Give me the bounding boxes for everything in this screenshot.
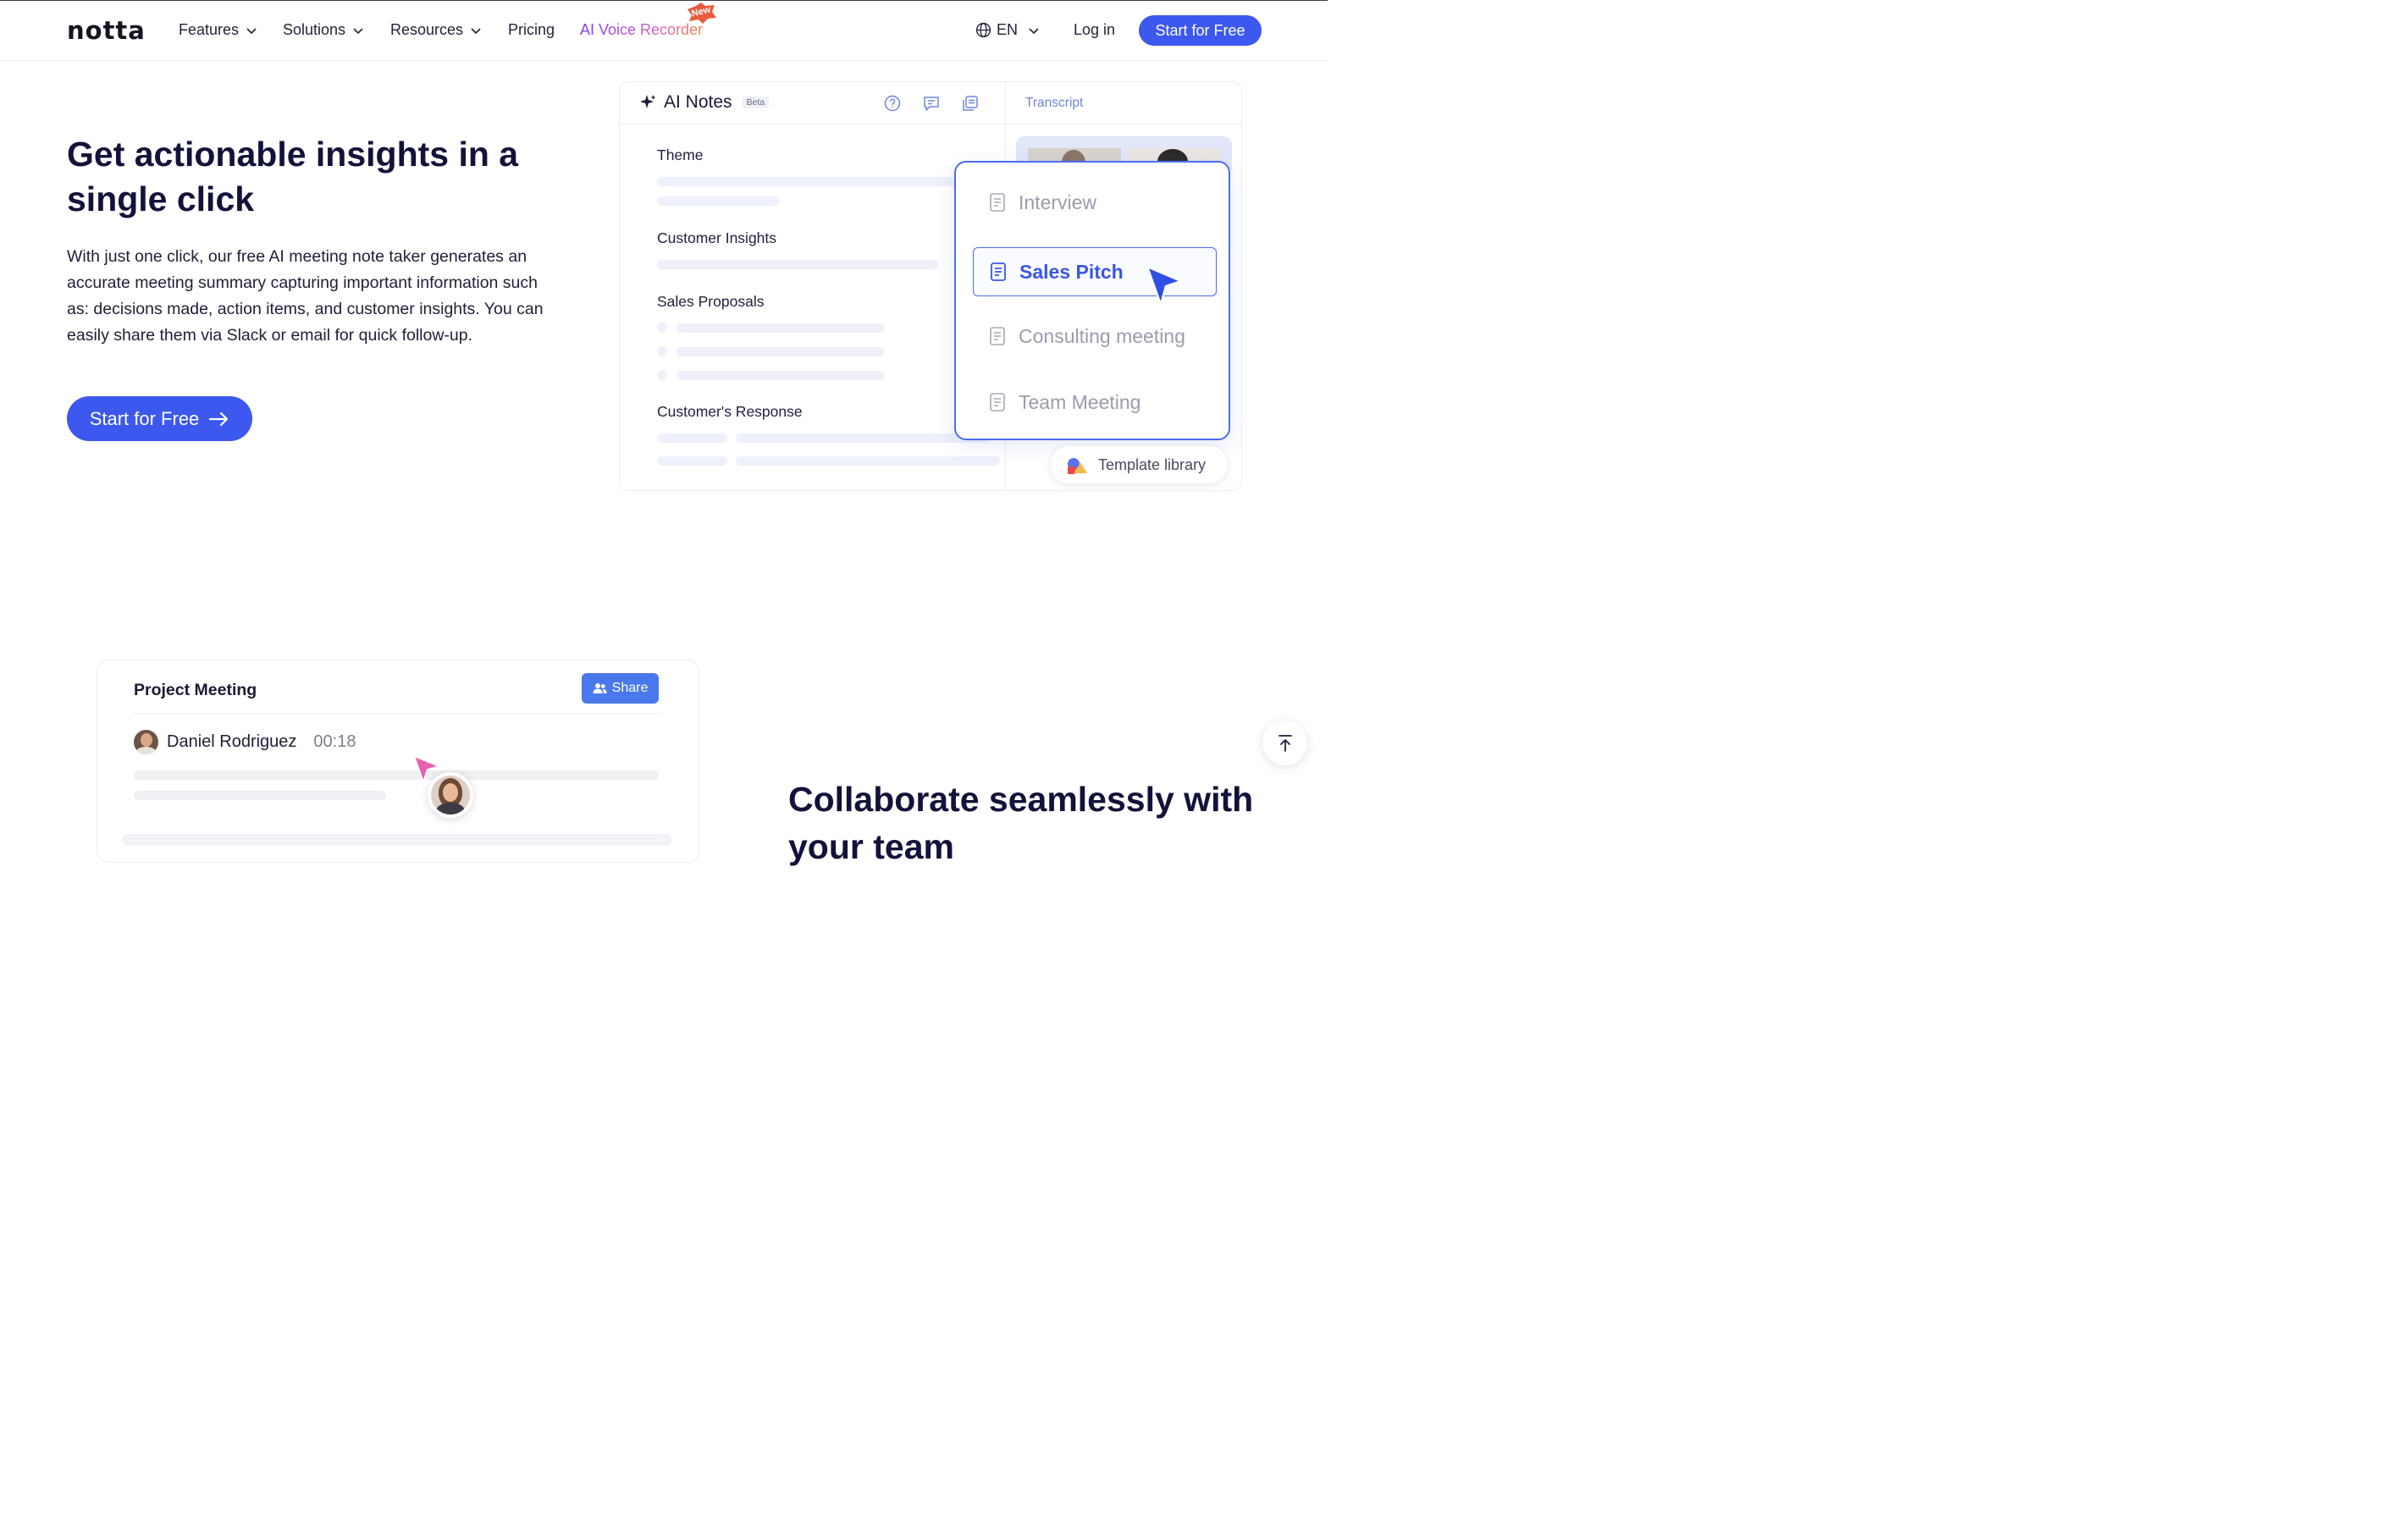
chevron-down-icon <box>246 27 257 34</box>
hero-title: Get actionable insights in a single clic… <box>67 135 519 218</box>
template-consulting-meeting-label: Consulting meeting <box>1019 324 1185 347</box>
template-library-button[interactable]: Template library <box>1051 446 1228 483</box>
placeholder-line <box>134 791 386 800</box>
share-label: Share <box>611 681 649 695</box>
sparkle-icon <box>640 95 656 108</box>
template-dropdown: Interview Sales Pitch Consulting meeting… <box>954 161 1230 440</box>
placeholder-line <box>134 770 659 780</box>
avatar-photo <box>431 776 470 814</box>
template-sales-pitch-label: Sales Pitch <box>1019 260 1124 283</box>
nav-pricing[interactable]: Pricing <box>508 21 555 39</box>
login-link[interactable]: Log in <box>1074 21 1115 39</box>
arrow-right-icon <box>209 411 229 426</box>
speaker-avatar <box>134 730 158 754</box>
template-interview-label: Interview <box>1019 190 1097 213</box>
bullet-dot <box>657 370 667 380</box>
speaker-name: Daniel Rodriguez <box>167 732 297 751</box>
back-to-top-button[interactable] <box>1262 721 1307 765</box>
placeholder-line <box>657 456 727 466</box>
template-library-label: Template library <box>1098 456 1207 473</box>
hero-cta-label: Start for Free <box>89 407 200 429</box>
speaker-row: Daniel Rodriguez 00:18 <box>134 730 356 754</box>
arrow-up-icon <box>1278 734 1292 752</box>
document-icon <box>990 193 1005 212</box>
avatar-face <box>443 783 458 802</box>
top-nav: notta Features Solutions Resources Prici… <box>0 0 1328 61</box>
bullet-dot <box>657 346 667 356</box>
section-sales-proposals: Sales Proposals <box>657 293 765 310</box>
nav-features[interactable]: Features <box>179 21 257 39</box>
template-team-meeting-label: Team Meeting <box>1019 390 1141 413</box>
bullet-dot <box>657 323 667 333</box>
shapes-icon <box>1068 458 1087 474</box>
template-team-meeting[interactable]: Team Meeting <box>973 378 1217 427</box>
nav-solutions[interactable]: Solutions <box>283 21 364 39</box>
section-theme: Theme <box>657 146 704 163</box>
nav-resources-label: Resources <box>390 21 464 38</box>
nav-features-label: Features <box>179 21 240 38</box>
placeholder-line <box>736 433 990 443</box>
placeholder-line <box>677 323 884 333</box>
section-customers-response: Customer's Response <box>657 403 803 420</box>
nav-resources[interactable]: Resources <box>390 21 482 39</box>
notta-logo[interactable]: notta <box>67 16 146 45</box>
section-customer-insights: Customer Insights <box>657 229 777 246</box>
placeholder-line <box>657 196 780 206</box>
template-interview[interactable]: Interview <box>973 178 1217 227</box>
hero-start-free-button[interactable]: Start for Free <box>67 396 252 441</box>
beta-badge: Beta <box>742 97 770 108</box>
share-button[interactable]: Share <box>582 673 659 704</box>
chevron-down-icon <box>1029 27 1039 34</box>
placeholder-line <box>677 347 884 356</box>
cursor-pointer-icon <box>1146 265 1183 306</box>
project-meeting-card: Project Meeting Share Daniel Rodriguez 0… <box>97 660 699 863</box>
template-consulting-meeting[interactable]: Consulting meeting <box>973 312 1217 361</box>
card-divider <box>134 713 659 714</box>
users-icon <box>593 683 607 693</box>
new-badge: New <box>684 3 718 25</box>
ai-notes-title-label: AI Notes <box>664 92 732 112</box>
chevron-down-icon <box>471 27 481 34</box>
ai-notes-title: AI Notes Beta <box>640 92 770 113</box>
globe-icon <box>975 22 991 38</box>
placeholder-line <box>736 456 1000 466</box>
document-icon <box>990 393 1005 411</box>
document-icon <box>991 262 1006 281</box>
comment-icon[interactable] <box>922 94 941 113</box>
tab-transcript[interactable]: Transcript <box>1025 96 1083 111</box>
placeholder-line <box>677 371 884 380</box>
nav-pricing-label: Pricing <box>508 21 555 38</box>
chevron-down-icon <box>353 27 363 34</box>
language-label: EN <box>997 21 1019 38</box>
placeholder-line <box>123 834 671 846</box>
collaborate-section-title: Collaborate seamlessly with your team <box>788 780 1254 866</box>
meeting-title: Project Meeting <box>134 681 257 699</box>
avatar-face <box>141 733 152 747</box>
nav-start-free-button[interactable]: Start for Free <box>1139 15 1262 46</box>
avatar-body <box>436 803 465 814</box>
hero-description: With just one click, our free AI meeting… <box>67 247 544 345</box>
placeholder-line <box>657 433 727 443</box>
help-icon[interactable] <box>883 94 902 113</box>
avatar-body <box>136 747 156 754</box>
copy-icon[interactable] <box>961 94 980 113</box>
speaker-timestamp: 00:18 <box>313 732 356 751</box>
placeholder-line <box>657 177 962 186</box>
language-selector[interactable]: EN <box>975 21 1040 39</box>
document-icon <box>990 327 1005 345</box>
collaborator-avatar <box>428 772 473 818</box>
nav-solutions-label: Solutions <box>283 21 346 38</box>
placeholder-line <box>657 260 938 269</box>
